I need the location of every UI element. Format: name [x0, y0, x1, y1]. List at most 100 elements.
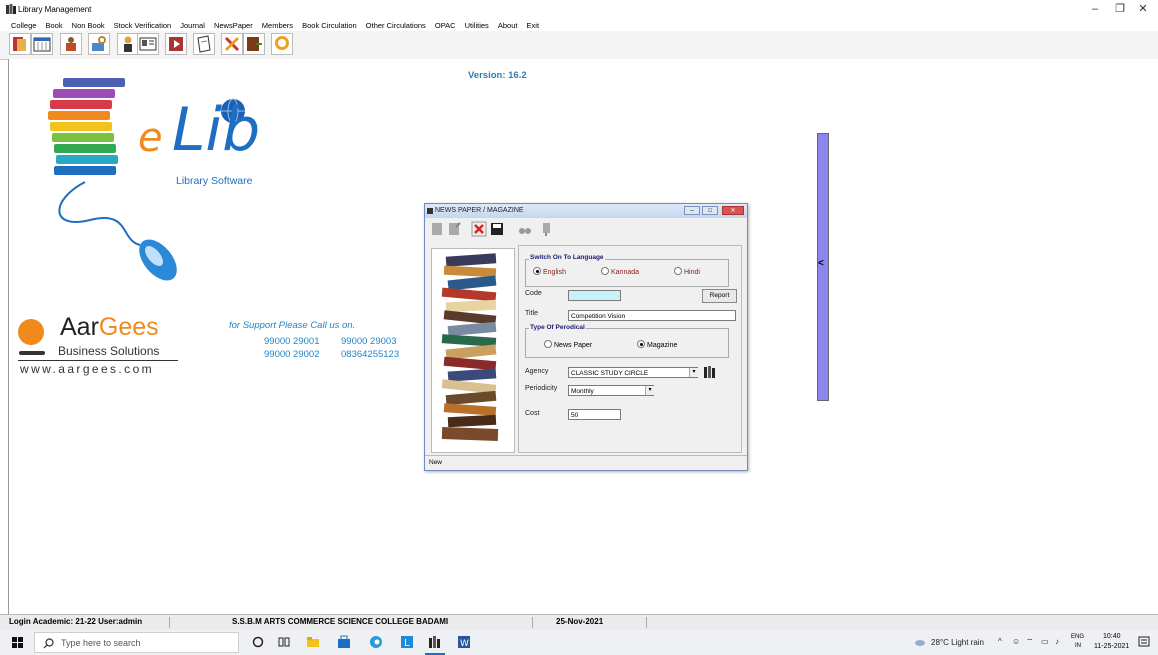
- menu-other-circulations[interactable]: Other Circulations: [366, 21, 426, 30]
- version-label: Version: 16.2: [468, 70, 527, 81]
- radio-english[interactable]: English: [533, 267, 566, 276]
- menu-non-book[interactable]: Non Book: [72, 21, 105, 30]
- clock-date[interactable]: 11-25-2021: [1094, 643, 1129, 650]
- restore-button[interactable]: ❐: [1110, 2, 1130, 16]
- login-status: Login Academic: 21-22 User:admin: [9, 617, 170, 628]
- radio-newspaper[interactable]: News Paper: [544, 340, 592, 349]
- tools-icon[interactable]: [221, 33, 243, 55]
- tray-app-icon[interactable]: ☺: [1012, 637, 1020, 646]
- exit-icon[interactable]: [539, 221, 555, 237]
- task-view-icon[interactable]: [277, 635, 291, 649]
- agency-lookup-icon[interactable]: [703, 365, 717, 379]
- card-icon[interactable]: [137, 33, 159, 55]
- reader-icon[interactable]: [60, 33, 82, 55]
- window-title: Library Management: [18, 5, 92, 14]
- chat-icon[interactable]: [271, 33, 293, 55]
- menu-exit[interactable]: Exit: [527, 21, 540, 30]
- menu-opac[interactable]: OPAC: [435, 21, 456, 30]
- menu-row: College Book Non Book Stock Verification…: [11, 19, 545, 31]
- key-icon[interactable]: [88, 33, 110, 55]
- notification-icon[interactable]: [1138, 636, 1150, 648]
- report-button[interactable]: Report: [702, 289, 737, 303]
- save-icon[interactable]: [489, 221, 505, 237]
- language-bottom[interactable]: IN: [1075, 643, 1081, 649]
- journal-icon[interactable]: [193, 33, 215, 55]
- exit-book-icon[interactable]: [243, 33, 265, 55]
- launcher-icon[interactable]: L: [400, 635, 414, 649]
- radio-magazine-dot[interactable]: [637, 340, 645, 348]
- periodicity-dropdown-icon[interactable]: ▾: [645, 386, 654, 395]
- cost-field[interactable]: 50: [568, 409, 621, 420]
- cost-label: Cost: [525, 410, 540, 417]
- code-field[interactable]: [568, 290, 621, 301]
- menu-about[interactable]: About: [498, 21, 518, 30]
- new-record-icon[interactable]: [429, 221, 445, 237]
- radio-english-label: English: [543, 269, 566, 276]
- elib-books-logo: [48, 78, 177, 281]
- title-field[interactable]: Competition Vision: [568, 310, 736, 321]
- windows-start-icon[interactable]: [12, 637, 23, 648]
- word-icon[interactable]: W: [457, 635, 471, 649]
- menu-newspaper[interactable]: NewsPaper: [214, 21, 253, 30]
- taskbar-search[interactable]: Type here to search: [34, 632, 239, 653]
- agency-select[interactable]: CLASSIC STUDY CIRCLE: [568, 367, 698, 378]
- support-text: for Support Please Call us on.: [229, 320, 356, 331]
- menu-utilities[interactable]: Utilities: [465, 21, 489, 30]
- dialog-maximize-button[interactable]: □: [702, 206, 718, 215]
- title-label: Title: [525, 310, 538, 317]
- radio-newspaper-label: News Paper: [554, 342, 593, 349]
- edit-record-icon[interactable]: [446, 221, 462, 237]
- dialog-close-button[interactable]: ✕: [722, 206, 744, 215]
- menu-journal[interactable]: Journal: [180, 21, 205, 30]
- calendar-icon[interactable]: [31, 33, 53, 55]
- minimize-button[interactable]: –: [1085, 2, 1105, 16]
- radio-hindi[interactable]: Hindi: [674, 267, 700, 276]
- code-label: Code: [525, 290, 542, 297]
- network-icon[interactable]: ⌔: [1026, 637, 1034, 647]
- menu-book-circulation[interactable]: Book Circulation: [302, 21, 357, 30]
- dialog-app-icon: [427, 208, 433, 214]
- volume-icon[interactable]: ♪: [1055, 637, 1059, 646]
- store-icon[interactable]: [337, 635, 351, 649]
- clock-time[interactable]: 10:40: [1103, 633, 1121, 640]
- book-add-icon[interactable]: [9, 33, 31, 55]
- tray-chevron-icon[interactable]: ^: [998, 637, 1002, 646]
- radio-hindi-label: Hindi: [684, 269, 700, 276]
- dialog-minimize-button[interactable]: –: [684, 206, 700, 215]
- menu-book[interactable]: Book: [46, 21, 63, 30]
- film-icon[interactable]: [165, 33, 187, 55]
- battery-icon[interactable]: ▭: [1041, 637, 1049, 646]
- radio-kannada-dot[interactable]: [601, 267, 609, 275]
- member-icon[interactable]: [117, 33, 139, 55]
- radio-kannada[interactable]: Kannada: [601, 267, 639, 276]
- menu-stock-verification[interactable]: Stock Verification: [114, 21, 172, 30]
- collapse-arrow-icon[interactable]: <: [818, 258, 824, 269]
- close-button[interactable]: ✕: [1133, 2, 1153, 16]
- weather-icon[interactable]: [914, 638, 926, 648]
- side-panel-scroller[interactable]: <: [817, 133, 829, 401]
- radio-magazine[interactable]: Magazine: [637, 340, 677, 349]
- radio-english-dot[interactable]: [533, 267, 541, 275]
- aargees-logo-icon: [18, 319, 45, 355]
- phone-1: 99000 29001: [264, 336, 320, 347]
- edge-icon[interactable]: [369, 635, 383, 649]
- agency-dropdown-icon[interactable]: ▾: [689, 368, 698, 377]
- library-app-icon[interactable]: [428, 635, 442, 649]
- weather-text[interactable]: 28°C Light rain: [931, 638, 984, 647]
- cortana-icon[interactable]: [251, 635, 265, 649]
- radio-newspaper-dot[interactable]: [544, 340, 552, 348]
- company-name-b: Gees: [98, 313, 159, 341]
- file-explorer-icon[interactable]: [306, 635, 320, 649]
- find-icon[interactable]: [517, 221, 533, 237]
- language-group-label: Switch On To Language: [529, 254, 605, 261]
- radio-hindi-dot[interactable]: [674, 267, 682, 275]
- delete-icon[interactable]: [471, 221, 487, 237]
- language-top[interactable]: ENG: [1071, 634, 1084, 640]
- menu-college[interactable]: College: [11, 21, 36, 30]
- dialog-title-bar: NEWS PAPER / MAGAZINE – □ ✕: [425, 204, 747, 218]
- form-panel: Switch On To Language English Kannada Hi…: [518, 245, 742, 453]
- title-bar: Library Management – ❐ ✕: [0, 0, 1158, 18]
- menu-members[interactable]: Members: [262, 21, 293, 30]
- status-bar: Login Academic: 21-22 User:admin S.S.B.M…: [0, 614, 1158, 631]
- periodicity-select[interactable]: Monthly: [568, 385, 654, 396]
